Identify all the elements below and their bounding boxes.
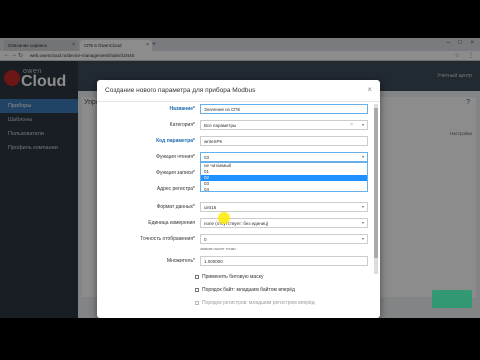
screen: Описание сервиса × СПК в OwenCloud × + –… <box>0 38 480 318</box>
close-icon[interactable]: × <box>367 85 372 94</box>
unit-label: Единица измерения <box>148 220 195 226</box>
clear-icon[interactable]: × <box>350 122 353 128</box>
chevron-down-icon: ▾ <box>361 220 364 225</box>
read-function-value: 03 <box>204 155 210 160</box>
data-format-select[interactable]: uint16 ▾ <box>200 202 368 212</box>
read-function-dropdown: не читаемый 01 02 03 04 <box>200 162 368 192</box>
category-label: Категория* <box>169 122 195 128</box>
checkbox-label: Применять битовую маску <box>202 274 264 280</box>
name-input[interactable]: Значение из СПК <box>200 104 368 114</box>
name-label: Название* <box>169 106 195 112</box>
param-code-label: Код параметра* <box>156 138 195 144</box>
multiplier-input[interactable]: 1.000000 <box>200 256 368 266</box>
checkbox-box[interactable] <box>195 300 199 305</box>
multiplier-label: Множитель* <box>166 258 195 264</box>
scrollbar-thumb[interactable] <box>374 108 378 258</box>
byte-order-checkbox[interactable]: Порядок байт: младшим байтом вперёд <box>195 287 295 293</box>
write-function-label: Функция записи* <box>156 170 195 176</box>
precision-hint: знаков после точки <box>200 246 236 251</box>
precision-label: Точность отображения* <box>140 236 195 242</box>
modal-scrollbar[interactable] <box>374 104 378 274</box>
create-parameter-modal: Создание нового параметра для прибора Mo… <box>97 80 380 318</box>
bitmask-checkbox[interactable]: Применять битовую маску <box>195 274 263 280</box>
chevron-down-icon: ▾ <box>361 122 364 127</box>
checkbox-box[interactable] <box>195 274 199 279</box>
data-format-value: uint16 <box>204 205 217 210</box>
mouse-cursor-highlight <box>218 212 230 224</box>
register-order-checkbox[interactable]: Порядок регистров: младшим регистром впе… <box>195 300 315 306</box>
category-value: Все параметры <box>204 123 237 128</box>
checkbox-label: Порядок байт: младшим байтом вперёд <box>202 287 295 293</box>
register-address-label: Адрес регистра* <box>156 186 195 192</box>
chevron-down-icon: ▾ <box>361 204 364 209</box>
unit-value: none (отсутствует: без единиц) <box>204 221 269 226</box>
modal-header: Создание нового параметра для прибора Mo… <box>97 80 380 102</box>
param-code-input[interactable]: writeSPK <box>200 136 368 146</box>
category-select[interactable]: Все параметры × ▾ <box>200 120 368 130</box>
chevron-down-icon: ▾ <box>361 154 364 159</box>
precision-select[interactable]: 0 ▾ <box>200 234 368 244</box>
read-function-select[interactable]: 03 ▾ <box>200 152 368 162</box>
dropdown-option[interactable]: 04 <box>201 187 367 193</box>
chevron-down-icon: ▾ <box>361 236 364 241</box>
watermark-logo <box>432 290 472 308</box>
read-function-label: Функция чтения* <box>156 154 195 160</box>
modal-title: Создание нового параметра для прибора Mo… <box>105 87 256 94</box>
checkbox-box[interactable] <box>195 287 199 292</box>
precision-value: 0 <box>204 237 207 242</box>
data-format-label: Формат данных* <box>156 204 195 210</box>
checkbox-label: Порядок регистров: младшим регистром впе… <box>202 300 315 306</box>
